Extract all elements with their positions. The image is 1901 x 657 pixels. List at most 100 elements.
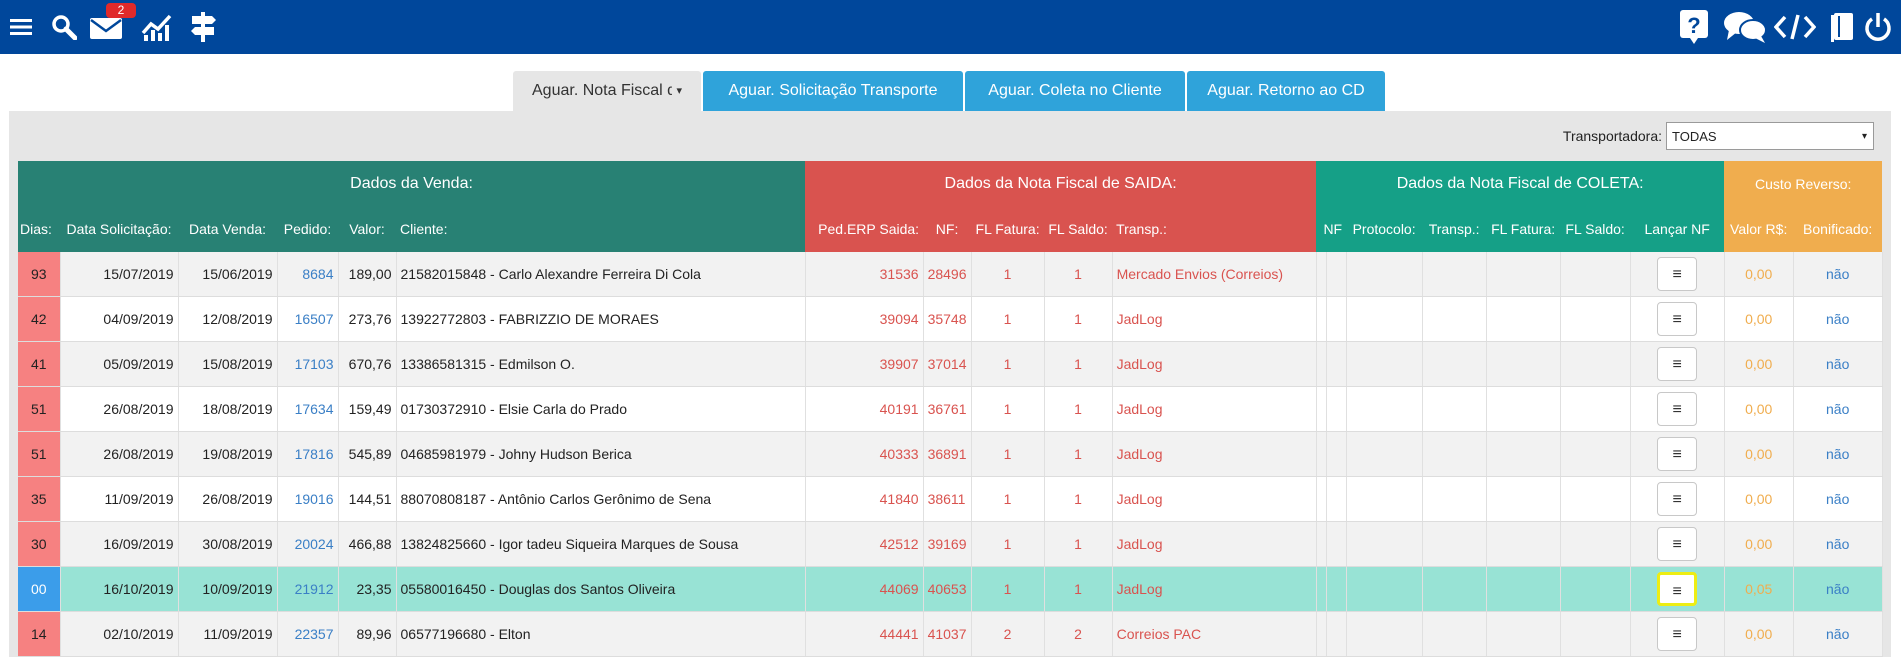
col-ped-erp[interactable]: Ped.ERP Saida: <box>805 206 924 252</box>
col-bonificado[interactable]: Bonificado: <box>1793 206 1883 252</box>
bonificado-link[interactable]: não <box>1793 252 1883 297</box>
cell-fl-fatura: 1 <box>971 431 1045 477</box>
col-coleta-fl-saldo[interactable]: FL Saldo: <box>1560 206 1631 252</box>
pedido-link[interactable]: 20024 <box>277 521 339 567</box>
lancar-nf-menu-icon[interactable]: ≡ <box>1657 527 1698 561</box>
cell-coleta-fl-saldo <box>1560 296 1631 342</box>
table-row[interactable]: 51 26/08/2019 18/08/2019 17634 159,49 0173037… <box>18 386 1883 432</box>
cell-fl-fatura: 1 <box>971 566 1045 612</box>
cell-lancar-nf: ≡ <box>1630 296 1725 342</box>
cell-cliente: 04685981979 - Johny Hudson Berica <box>396 431 806 477</box>
bonificado-link[interactable]: não <box>1793 386 1883 432</box>
book-icon[interactable] <box>1827 8 1857 46</box>
code-icon[interactable] <box>1774 8 1816 46</box>
tab-aguar-retorno-cd[interactable]: Aguar. Retorno ao CD <box>1187 71 1385 111</box>
cell-coleta-a <box>1316 296 1327 342</box>
col-valor[interactable]: Valor: <box>338 206 396 252</box>
signpost-icon[interactable] <box>188 8 218 46</box>
tab-aguar-coleta-cliente[interactable]: Aguar. Coleta no Cliente <box>965 71 1185 111</box>
tab-aguar-nota-fiscal[interactable]: Aguar. Nota Fiscal de Coleta ▾ <box>513 71 701 111</box>
cell-fl-fatura: 1 <box>971 341 1045 387</box>
cell-coleta-fl-fatura <box>1486 252 1561 297</box>
table-row[interactable]: 00 16/10/2019 10/09/2019 21912 23,35 05580016… <box>18 566 1883 612</box>
table-row[interactable]: 93 15/07/2019 15/06/2019 8684 189,00 21582015… <box>18 252 1883 297</box>
chat-icon[interactable] <box>1722 8 1768 46</box>
help-icon[interactable]: ? <box>1678 8 1710 46</box>
search-icon[interactable] <box>49 8 79 46</box>
pedido-link[interactable]: 8684 <box>277 252 339 297</box>
lancar-nf-menu-icon[interactable]: ≡ <box>1657 347 1698 381</box>
table-row[interactable]: 35 11/09/2019 26/08/2019 19016 144,51 8807080… <box>18 476 1883 522</box>
cell-coleta-protocolo <box>1346 611 1423 657</box>
col-coleta-fl-fatura[interactable]: FL Fatura: <box>1486 206 1561 252</box>
pedido-link[interactable]: 22357 <box>277 611 339 657</box>
cell-valor-rs: 0,00 <box>1724 386 1794 432</box>
cell-coleta-fl-saldo <box>1560 611 1631 657</box>
col-fl-fatura[interactable]: FL Fatura: <box>971 206 1045 252</box>
col-data-solicitacao[interactable]: Data Solicitação: <box>60 206 178 252</box>
cell-coleta-transp <box>1422 386 1487 432</box>
cell-coleta-a <box>1316 252 1327 297</box>
cell-fl-saldo: 1 <box>1044 521 1113 567</box>
bonificado-link[interactable]: não <box>1793 431 1883 477</box>
cell-coleta-transp <box>1422 252 1487 297</box>
lancar-nf-menu-icon[interactable]: ≡ <box>1657 302 1698 336</box>
col-pedido[interactable]: Pedido: <box>277 206 338 252</box>
col-dias[interactable]: Dias: <box>18 206 60 252</box>
pedido-link[interactable]: 21912 <box>277 566 339 612</box>
table-row[interactable]: 14 02/10/2019 11/09/2019 22357 89,96 06577196… <box>18 611 1883 657</box>
table-row[interactable]: 42 04/09/2019 12/08/2019 16507 273,76 1392277… <box>18 296 1883 342</box>
col-lancar-nf[interactable]: Lançar NF <box>1630 206 1725 252</box>
bonificado-link[interactable]: não <box>1793 341 1883 387</box>
lancar-nf-menu-icon[interactable]: ≡ <box>1657 617 1698 651</box>
col-coleta-transp[interactable]: Transp.: <box>1422 206 1487 252</box>
transportadora-select[interactable]: TODAS ▾ <box>1666 122 1874 150</box>
pedido-link[interactable]: 19016 <box>277 476 339 522</box>
cell-transp: JadLog <box>1112 476 1317 522</box>
group-header-coleta: Dados da Nota Fiscal de COLETA: <box>1316 161 1725 206</box>
cell-cliente: 21582015848 - Carlo Alexandre Ferreira D… <box>396 252 806 297</box>
cell-coleta-transp <box>1422 296 1487 342</box>
col-fl-saldo[interactable]: FL Saldo: <box>1044 206 1113 252</box>
table-row[interactable]: 30 16/09/2019 30/08/2019 20024 466,88 1382482… <box>18 521 1883 567</box>
group-header-custo: Custo Reverso: <box>1724 161 1883 206</box>
lancar-nf-menu-icon[interactable]: ≡ <box>1657 482 1698 516</box>
cell-coleta-a <box>1316 521 1327 567</box>
lancar-nf-menu-icon[interactable]: ≡ <box>1657 572 1698 606</box>
cell-fl-saldo: 2 <box>1044 611 1113 657</box>
cell-fl-fatura: 1 <box>971 252 1045 297</box>
col-data-venda[interactable]: Data Venda: <box>178 206 277 252</box>
bonificado-link[interactable]: não <box>1793 611 1883 657</box>
col-cliente[interactable]: Cliente: <box>396 206 806 252</box>
col-transp[interactable]: Transp.: <box>1112 206 1317 252</box>
cell-valor-rs: 0,00 <box>1724 431 1794 477</box>
col-coleta-nf[interactable]: NF <box>1316 206 1347 252</box>
power-icon[interactable] <box>1862 8 1894 46</box>
chart-icon[interactable] <box>140 8 174 46</box>
bonificado-link[interactable]: não <box>1793 566 1883 612</box>
lancar-nf-menu-icon[interactable]: ≡ <box>1657 392 1698 426</box>
bonificado-link[interactable]: não <box>1793 476 1883 522</box>
table-row[interactable]: 51 26/08/2019 19/08/2019 17816 545,89 0468598… <box>18 431 1883 477</box>
bonificado-link[interactable]: não <box>1793 296 1883 342</box>
pedido-link[interactable]: 16507 <box>277 296 339 342</box>
cell-cliente: 05580016450 - Douglas dos Santos Oliveir… <box>396 566 806 612</box>
cell-dias: 00 <box>18 566 61 612</box>
lancar-nf-menu-icon[interactable]: ≡ <box>1657 437 1698 471</box>
col-valor-rs[interactable]: Valor R$: <box>1724 206 1794 252</box>
col-coleta-protocolo[interactable]: Protocolo: <box>1346 206 1423 252</box>
cell-coleta-protocolo <box>1346 341 1423 387</box>
pedido-link[interactable]: 17634 <box>277 386 339 432</box>
pedido-link[interactable]: 17103 <box>277 341 339 387</box>
table-row[interactable]: 41 05/09/2019 15/08/2019 17103 670,76 1338658… <box>18 341 1883 387</box>
col-nf[interactable]: NF: <box>923 206 972 252</box>
cell-coleta-a <box>1316 611 1327 657</box>
lancar-nf-menu-icon[interactable]: ≡ <box>1657 257 1698 291</box>
tab-aguar-solicitacao-transporte[interactable]: Aguar. Solicitação Transporte <box>703 71 963 111</box>
bonificado-link[interactable]: não <box>1793 521 1883 567</box>
tab-label: Aguar. Nota Fiscal de Coleta <box>532 82 672 99</box>
cell-fl-fatura: 1 <box>971 296 1045 342</box>
cell-fl-saldo: 1 <box>1044 566 1113 612</box>
menu-icon[interactable] <box>6 8 36 46</box>
pedido-link[interactable]: 17816 <box>277 431 339 477</box>
